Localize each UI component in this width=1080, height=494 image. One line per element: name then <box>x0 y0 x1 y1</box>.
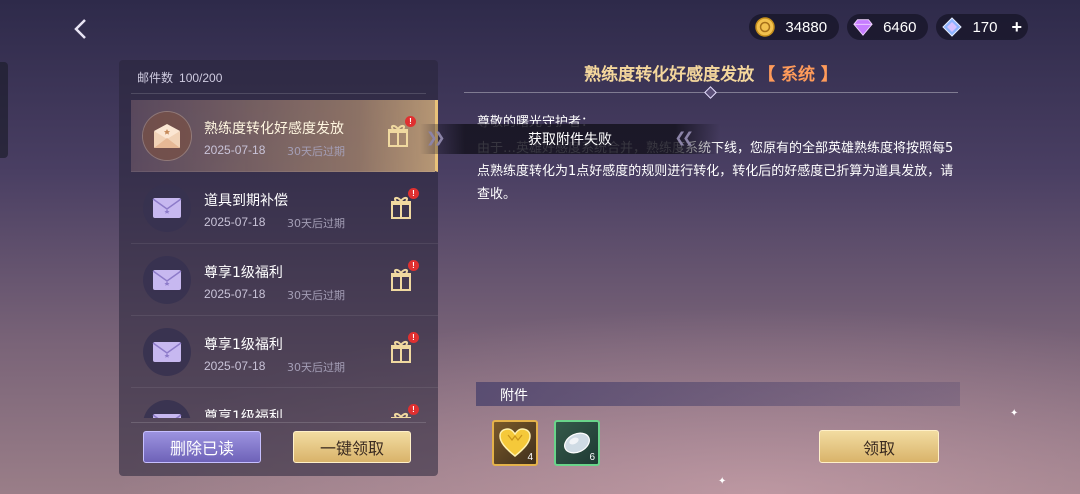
mail-count-value: 100/200 <box>179 71 223 85</box>
envelope-icon <box>143 328 191 376</box>
crystal-amount: 170 <box>972 18 998 36</box>
attachments-header: 附件 <box>476 382 960 406</box>
gold-amount: 34880 <box>785 18 828 36</box>
mail-item[interactable]: 尊享1级福利 ! <box>131 388 438 418</box>
mail-expiry: 30天后过期 <box>287 145 345 158</box>
envelope-icon <box>143 400 191 418</box>
mail-count-label: 邮件数 <box>137 71 174 85</box>
mail-date: 2025-07-18 <box>204 143 266 157</box>
currency-diamond[interactable]: 6460 <box>847 14 929 40</box>
divider <box>131 93 426 94</box>
mail-detail-title: 熟练度转化好感度发放【 系统 】 <box>464 60 958 85</box>
gift-icon <box>391 269 411 291</box>
open-envelope-icon <box>143 112 191 160</box>
diamond-ornament-icon <box>704 86 717 99</box>
mail-date: 2025-07-18 <box>204 359 266 373</box>
collect-all-button[interactable]: 一键领取 <box>293 431 411 463</box>
unread-badge: ! <box>408 404 419 415</box>
diamond-amount: 6460 <box>883 18 917 36</box>
unread-badge: ! <box>408 332 419 343</box>
attachments-label: 附件 <box>500 388 528 404</box>
envelope-icon <box>143 256 191 304</box>
title-divider <box>464 86 958 99</box>
silver-crystal-icon <box>564 432 590 454</box>
gift-icon <box>391 341 411 363</box>
currency-bar: 34880 6460 170 + <box>749 14 1028 40</box>
add-currency-button[interactable]: + <box>1011 17 1022 38</box>
sparkle-icon: ✦ <box>1010 408 1019 419</box>
gold-coin-icon <box>755 17 776 37</box>
mail-expiry: 30天后过期 <box>287 361 345 374</box>
unread-badge: ! <box>408 188 419 199</box>
mail-title: 道具到期补偿 <box>204 193 288 209</box>
toast-text: 获取附件失败 <box>528 132 612 148</box>
mail-title: 熟练度转化好感度发放 <box>204 121 344 137</box>
mail-count: 邮件数 100/200 <box>137 69 222 86</box>
side-handle[interactable] <box>0 62 8 158</box>
system-tag: 【 系统 】 <box>758 65 838 85</box>
mail-item[interactable]: 道具到期补偿 2025-07-18 30天后过期 ! <box>131 172 438 244</box>
unread-badge: ! <box>408 260 419 271</box>
blue-crystal-icon <box>942 17 963 37</box>
unread-badge: ! <box>405 116 416 127</box>
divider <box>131 422 426 423</box>
back-button[interactable] <box>66 14 96 44</box>
attachment-item[interactable]: 4 <box>492 420 538 466</box>
mail-title: 尊享1级福利 <box>204 265 283 281</box>
mail-expiry: 30天后过期 <box>287 217 345 230</box>
purple-diamond-icon <box>853 17 873 37</box>
mail-title: 尊享1级福利 <box>204 409 283 418</box>
envelope-icon <box>143 184 191 232</box>
gold-heart-gem-icon <box>499 428 531 457</box>
detail-title-text: 熟练度转化好感度发放 <box>584 65 755 85</box>
delete-read-button[interactable]: 删除已读 <box>143 431 261 463</box>
attachment-qty: 4 <box>527 452 533 463</box>
mail-item-selected[interactable]: 熟练度转化好感度发放 2025-07-18 30天后过期 ! <box>131 100 438 172</box>
mail-date: 2025-07-18 <box>204 215 266 229</box>
chevron-right-icon: ❯❯ <box>426 130 446 146</box>
mail-list[interactable]: 熟练度转化好感度发放 2025-07-18 30天后过期 ! 道具到期补偿 20… <box>131 100 438 418</box>
mail-item[interactable]: 尊享1级福利 2025-07-18 30天后过期 ! <box>131 244 438 316</box>
chevron-left-icon <box>74 19 86 39</box>
currency-crystal[interactable]: 170 + <box>936 14 1028 40</box>
mail-date: 2025-07-18 <box>204 287 266 301</box>
currency-gold[interactable]: 34880 <box>749 14 840 40</box>
mail-list-panel: 邮件数 100/200 熟练度转化好感度发放 2025-07-18 30天后过期 … <box>119 60 438 476</box>
collect-button[interactable]: 领取 <box>819 430 939 463</box>
gift-icon <box>388 125 408 147</box>
chevron-left-icon: ❮❮ <box>674 130 695 146</box>
mail-title: 尊享1级福利 <box>204 337 283 353</box>
error-toast: ❯❯ 获取附件失败 ❮❮ <box>420 124 720 154</box>
attachment-qty: 6 <box>589 452 595 463</box>
mail-expiry: 30天后过期 <box>287 289 345 302</box>
mail-item[interactable]: 尊享1级福利 2025-07-18 30天后过期 ! <box>131 316 438 388</box>
gift-icon <box>391 197 411 219</box>
attachment-item[interactable]: 6 <box>554 420 600 466</box>
sparkle-icon: ✦ <box>718 476 727 487</box>
